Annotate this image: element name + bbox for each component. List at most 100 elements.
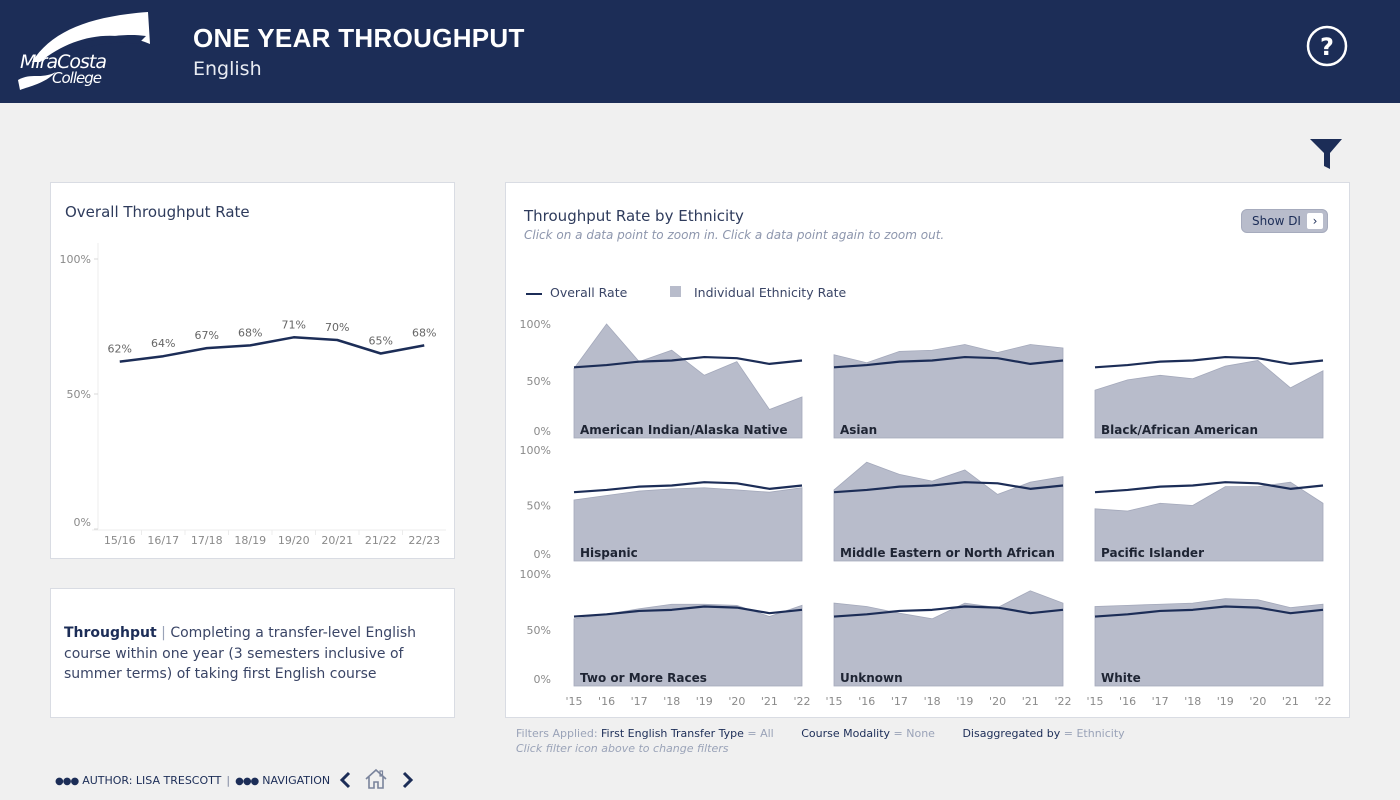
data-point[interactable] (1025, 586, 1035, 596)
data-point[interactable] (1058, 343, 1068, 353)
data-point[interactable] (993, 348, 1003, 358)
data-point[interactable] (1318, 498, 1328, 508)
ethnicity-panel-two-or-more-races[interactable]: Two or More Races (569, 599, 807, 687)
data-point[interactable] (569, 363, 579, 373)
data-point[interactable] (797, 392, 807, 402)
data-point[interactable] (1220, 594, 1230, 604)
data-point[interactable] (1285, 603, 1295, 613)
data-point[interactable] (634, 604, 644, 614)
data-point[interactable] (797, 600, 807, 610)
chevron-right-icon[interactable] (400, 770, 416, 790)
data-point[interactable] (732, 357, 742, 367)
data-point[interactable] (1220, 361, 1230, 371)
data-point[interactable] (993, 489, 1003, 499)
ethnicity-panel-american-indian-alaska-native[interactable]: American Indian/Alaska Native (569, 319, 807, 439)
home-icon[interactable] (364, 767, 388, 791)
data-point[interactable] (764, 487, 774, 497)
data-point[interactable] (732, 600, 742, 610)
chevron-left-icon[interactable] (337, 770, 353, 790)
data-point[interactable] (1090, 601, 1100, 611)
data-point[interactable] (667, 484, 677, 494)
data-point[interactable] (993, 603, 1003, 613)
footer: ●●● AUTHOR: LISA TRESCOTT | ●●● NAVIGATION (55, 774, 330, 787)
data-point[interactable] (1188, 374, 1198, 384)
data-point[interactable] (699, 370, 709, 380)
ethnicity-panel-hispanic[interactable]: Hispanic (569, 481, 807, 562)
data-point[interactable] (862, 358, 872, 368)
ethnicity-panel-unknown[interactable]: Unknown (829, 586, 1068, 687)
ethnicity-panel-asian[interactable]: Asian (829, 340, 1068, 439)
ethnicity-panel-black-african-american[interactable]: Black/African American (1090, 355, 1328, 439)
data-point[interactable] (1253, 355, 1263, 365)
data-point[interactable] (244, 339, 256, 351)
data-point[interactable] (602, 609, 612, 619)
data-point[interactable] (829, 350, 839, 360)
data-point[interactable] (960, 340, 970, 350)
data-point[interactable] (1123, 506, 1133, 516)
data-point[interactable] (1155, 370, 1165, 380)
data-point[interactable] (1318, 366, 1328, 376)
data-point[interactable] (894, 346, 904, 356)
footer-author[interactable]: AUTHOR: LISA TRESCOTT (82, 774, 221, 787)
data-point[interactable] (1318, 599, 1328, 609)
data-point[interactable] (1090, 385, 1100, 395)
data-point[interactable] (764, 612, 774, 622)
data-point[interactable] (764, 405, 774, 415)
data-point[interactable] (894, 608, 904, 618)
ethnicity-panel-label: American Indian/Alaska Native (580, 423, 787, 437)
data-point[interactable] (927, 476, 937, 486)
data-point[interactable] (960, 598, 970, 608)
data-point[interactable] (602, 319, 612, 329)
data-point[interactable] (667, 599, 677, 609)
data-point[interactable] (418, 339, 430, 351)
data-point[interactable] (288, 331, 300, 343)
ethnicity-panel-pacific-islander[interactable]: Pacific Islander (1090, 477, 1328, 562)
data-point[interactable] (699, 483, 709, 493)
data-point[interactable] (569, 614, 579, 624)
data-point[interactable] (1285, 477, 1295, 487)
data-point[interactable] (1025, 477, 1035, 487)
data-point[interactable] (667, 345, 677, 355)
y-tick-label: 50% (67, 388, 91, 401)
data-point[interactable] (927, 614, 937, 624)
data-point[interactable] (201, 342, 213, 354)
ethnicity-panel-middle-eastern-or-north-african[interactable]: Middle Eastern or North African (829, 457, 1068, 562)
footer-navigation: NAVIGATION (262, 774, 331, 787)
data-point[interactable] (1025, 340, 1035, 350)
definition-separator: | (161, 625, 166, 641)
data-point[interactable] (1058, 472, 1068, 482)
data-point[interactable] (1285, 383, 1295, 393)
data-point[interactable] (894, 469, 904, 479)
data-point[interactable] (114, 356, 126, 368)
data-point[interactable] (1155, 498, 1165, 508)
help-icon[interactable]: ? (1306, 25, 1348, 67)
data-point[interactable] (699, 599, 709, 609)
data-point[interactable] (1188, 501, 1198, 511)
filter-icon[interactable] (1308, 136, 1344, 172)
data-point[interactable] (829, 598, 839, 608)
data-point[interactable] (157, 350, 169, 362)
data-point[interactable] (569, 495, 579, 505)
data-point[interactable] (797, 483, 807, 493)
data-point[interactable] (862, 601, 872, 611)
data-point[interactable] (331, 334, 343, 346)
data-point[interactable] (1253, 482, 1263, 492)
data-point[interactable] (927, 345, 937, 355)
data-point[interactable] (1253, 595, 1263, 605)
data-point[interactable] (732, 485, 742, 495)
data-point[interactable] (862, 457, 872, 467)
data-point[interactable] (1220, 482, 1230, 492)
data-point[interactable] (602, 491, 612, 501)
data-point[interactable] (1155, 599, 1165, 609)
data-point[interactable] (960, 465, 970, 475)
data-point[interactable] (1090, 504, 1100, 514)
ethnicity-panel-white[interactable]: White (1090, 594, 1328, 687)
data-point[interactable] (634, 486, 644, 496)
data-point[interactable] (1123, 375, 1133, 385)
data-point[interactable] (829, 485, 839, 495)
data-point[interactable] (634, 357, 644, 367)
data-point[interactable] (1188, 598, 1198, 608)
data-point[interactable] (1058, 598, 1068, 608)
data-point[interactable] (1123, 600, 1133, 610)
data-point[interactable] (375, 348, 387, 360)
